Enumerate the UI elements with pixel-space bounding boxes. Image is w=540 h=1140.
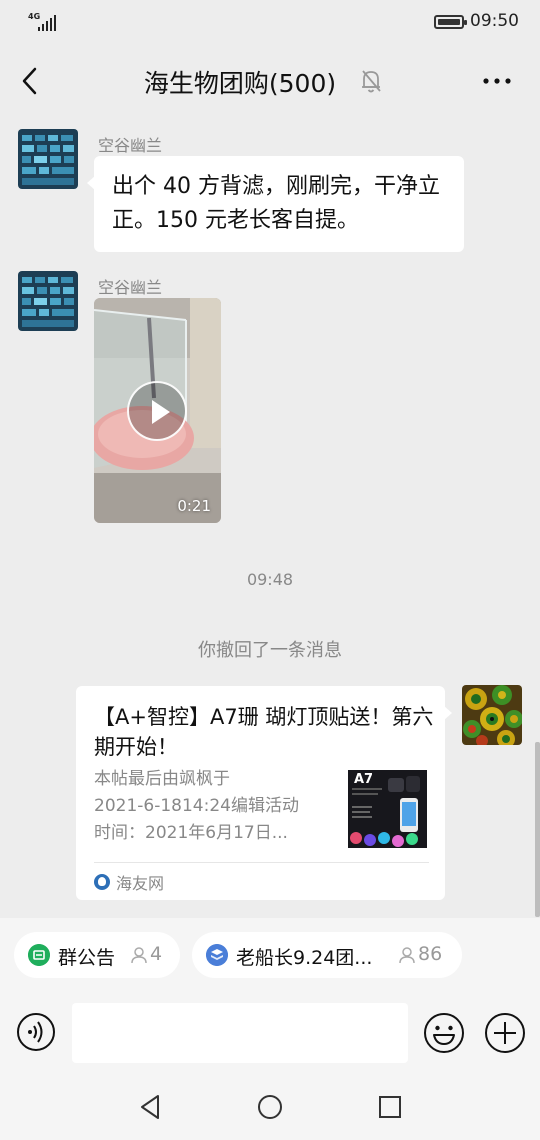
more-dots-icon[interactable]	[483, 78, 511, 84]
play-icon[interactable]	[127, 381, 187, 441]
avatar[interactable]	[18, 271, 78, 331]
thumbnail-label: A7	[354, 772, 374, 787]
nav-recent-icon[interactable]	[377, 1094, 403, 1120]
status-bar: 4G 09:50	[0, 0, 540, 44]
divider	[94, 862, 429, 863]
link-card-message[interactable]: 【A+智控】A7珊 瑚灯顶贴送！第六期开始！ 本帖最后由飒枫于 2021-6-1…	[76, 686, 452, 900]
my-avatar[interactable]	[462, 685, 522, 745]
signal-icon: 4G	[28, 12, 58, 32]
voice-icon[interactable]	[16, 1012, 56, 1052]
nav-back-icon[interactable]	[138, 1094, 164, 1120]
input-bar	[0, 992, 540, 1074]
group-chip[interactable]: 老船长9.24团... 86	[192, 932, 462, 978]
mute-bell-icon	[362, 70, 381, 93]
video-message[interactable]: 0:21	[94, 298, 221, 523]
system-nav-bar	[0, 1074, 540, 1140]
status-time: 09:50	[470, 11, 519, 31]
chat-scrollbar[interactable]	[535, 742, 540, 917]
link-thumbnail: A7	[348, 770, 427, 848]
nav-home-icon[interactable]	[257, 1094, 283, 1120]
plus-icon[interactable]	[484, 1012, 526, 1054]
sender-name: 空谷幽兰	[98, 278, 163, 297]
emoji-icon[interactable]	[423, 1012, 465, 1054]
sender-name: 空谷幽兰	[98, 136, 163, 155]
recall-notice: 你撤回了一条消息	[198, 640, 342, 661]
video-duration: 0:21	[177, 497, 211, 515]
text-message-bubble[interactable]: 出个 40 方背滤，刚刷完，干净立正。150 元老长客自提。	[87, 156, 464, 252]
message-input[interactable]	[72, 1003, 408, 1063]
chat-title: 海生物团购(500)	[143, 69, 337, 98]
source-logo-icon	[94, 874, 110, 890]
link-description: 本帖最后由飒枫于 2021-6-1814:24编辑活动 时间：2021年6月17…	[94, 769, 299, 843]
group-label: 老船长9.24团...	[236, 947, 373, 969]
group-count: 86	[418, 943, 443, 965]
link-source: 海友网	[94, 872, 164, 893]
announcement-count: 4	[150, 943, 163, 965]
battery-icon	[434, 15, 467, 29]
avatar[interactable]	[18, 129, 78, 189]
announcement-chip[interactable]: 群公告 4	[14, 932, 180, 978]
group-icon	[206, 944, 228, 966]
chat-header: 海生物团购(500)	[0, 44, 540, 118]
user-icon	[399, 947, 415, 964]
announcement-label: 群公告	[58, 947, 116, 969]
announcement-icon	[28, 944, 50, 966]
message-timestamp: 09:48	[246, 570, 294, 589]
quick-chip-bar: 群公告 4 老船长9.24团... 86	[0, 918, 540, 992]
user-icon	[131, 947, 147, 964]
link-title: 【A+智控】A7珊 瑚灯顶贴送！第六期开始！	[94, 705, 434, 759]
